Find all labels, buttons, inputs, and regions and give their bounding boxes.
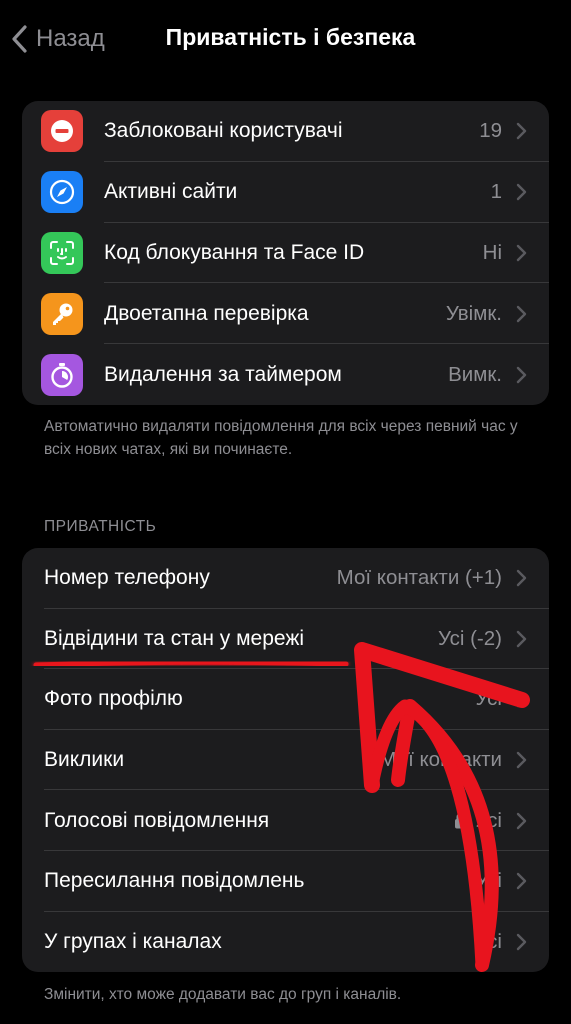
chevron-right-icon [516,933,527,951]
row-value-text: Усі [475,808,502,832]
row-label: Код блокування та Face ID [104,240,365,264]
row-passcode-face-id[interactable]: Код блокування та Face ID Ні [22,223,549,284]
row-last-seen-online[interactable]: Відвідини та стан у мережі Усі (-2) [22,609,549,670]
row-label: Пересилання повідомлень [44,869,305,893]
row-label: Голосові повідомлення [44,808,270,832]
row-label: Двоетапна перевірка [104,301,309,325]
row-value: Ні [482,240,502,264]
row-blocked-users[interactable]: Заблоковані користувачі 19 [22,101,549,162]
privacy-group: Номер телефону Мої контакти (+1) Відвіди… [22,548,549,972]
timer-icon [41,353,83,396]
compass-icon [41,171,83,214]
row-value: Усі [475,869,502,893]
row-profile-photo[interactable]: Фото профілю Усі [22,669,549,730]
chevron-right-icon [516,123,527,140]
groups-footnote: Змінити, хто може додавати вас до груп і… [44,986,402,1003]
row-two-step-verification[interactable]: Двоетапна перевірка Увімк. [22,283,549,345]
row-phone-number[interactable]: Номер телефону Мої контакти (+1) [22,548,549,609]
face-id-icon [41,231,83,274]
key-icon [41,292,83,335]
chevron-right-icon [516,244,527,262]
row-label: У групах і каналах [44,929,222,953]
chevron-right-icon [516,873,527,890]
security-group: Заблоковані користувачі 19 Активні сайти… [22,101,549,405]
row-label: Відвідини та стан у мережі [44,626,305,650]
chevron-right-icon [516,305,527,322]
row-value: Мої контакти [379,748,502,772]
lock-icon [454,812,467,829]
row-label: Активні сайти [104,180,238,204]
row-label: Номер телефону [44,566,210,590]
row-voice-messages[interactable]: Голосові повідомлення Усі [22,790,549,851]
auto-delete-footnote: Автоматично видаляти повідомлення для вс… [44,418,518,458]
row-value: Усі (-2) [437,626,502,650]
chevron-right-icon [516,691,527,708]
row-value: Усі [475,929,502,953]
row-label: Фото профілю [44,687,183,711]
row-value: Усі [454,809,502,833]
row-value: 1 [490,180,502,204]
row-label: Заблоковані користувачі [104,119,343,143]
row-value: Увімк. [445,301,502,325]
blocked-icon [41,110,83,153]
navigation-bar: Назад Приватність і безпека [0,0,571,80]
row-value: 19 [479,119,502,143]
row-calls[interactable]: Виклики Мої контакти [22,730,549,791]
row-groups-channels[interactable]: У групах і каналах Усі [22,912,549,972]
row-label: Виклики [44,748,125,772]
chevron-right-icon [516,751,527,769]
chevron-right-icon [516,570,527,587]
chevron-right-icon [516,812,527,829]
row-value: Усі [475,687,502,711]
row-label: Видалення за таймером [104,362,342,386]
page-title: Приватність і безпека [165,24,416,50]
row-value: Вимк. [448,362,502,386]
chevron-right-icon [516,630,527,648]
row-auto-delete-timer[interactable]: Видалення за таймером Вимк. [22,344,549,405]
chevron-right-icon [516,366,527,383]
chevron-right-icon [516,183,527,201]
row-active-sites[interactable]: Активні сайти 1 [22,162,549,223]
privacy-section-header: ПРИВАТНІСТЬ [44,518,157,535]
row-value: Мої контакти (+1) [336,566,502,590]
row-forwarded-messages[interactable]: Пересилання повідомлень Усі [22,851,549,912]
